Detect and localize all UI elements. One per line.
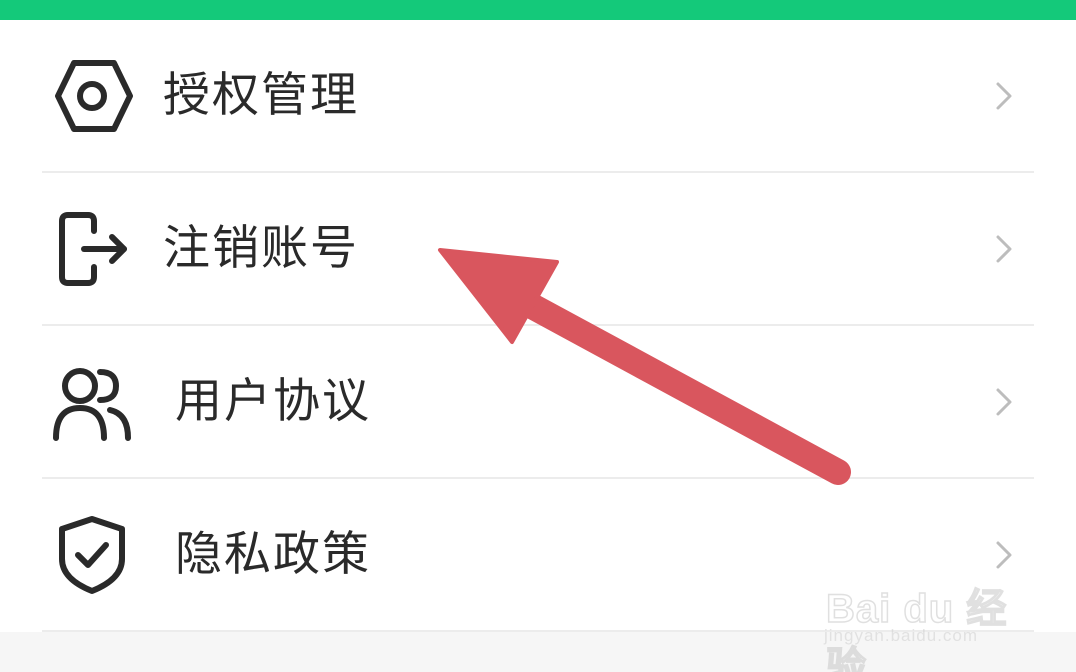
users-icon [48, 362, 136, 442]
shield-check-icon [48, 515, 136, 595]
hexagon-settings-icon [48, 56, 136, 136]
watermark-brand: Bai du 经验 [825, 586, 1008, 672]
settings-item-label: 授权管理 [163, 68, 359, 123]
settings-screen: 授权管理 注销账号 用户协议 隐私政策 Bai du 经验 jingyan.ba… [0, 0, 1076, 672]
settings-list: 授权管理 注销账号 用户协议 隐私政策 [0, 20, 1076, 632]
chevron-right-icon [992, 80, 1016, 112]
watermark-logo: Bai du 经验 jingyan.baidu.com [820, 556, 1030, 672]
settings-item-label: 用户协议 [175, 374, 371, 429]
watermark-url: jingyan.baidu.com [824, 626, 979, 645]
top-accent-bar [0, 0, 1076, 20]
settings-item-delete-account[interactable]: 注销账号 [0, 173, 1076, 326]
settings-item-label: 注销账号 [163, 221, 359, 276]
settings-item-label: 隐私政策 [175, 527, 371, 582]
chevron-right-icon [992, 386, 1016, 418]
logout-icon [48, 209, 136, 289]
settings-item-user-agreement[interactable]: 用户协议 [0, 326, 1076, 479]
settings-item-authorization[interactable]: 授权管理 [0, 20, 1076, 173]
chevron-right-icon [992, 233, 1016, 265]
